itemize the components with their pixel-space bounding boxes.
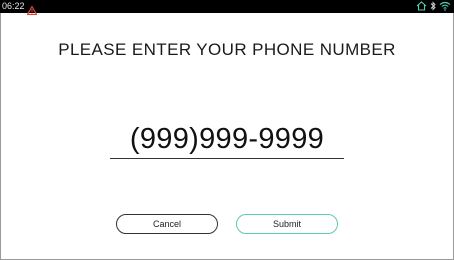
phone-prompt-heading: PLEASE ENTER YOUR PHONE NUMBER bbox=[58, 40, 396, 59]
alert-icon bbox=[26, 2, 38, 16]
cloud-home-icon bbox=[416, 1, 427, 11]
status-bar: 06:22 bbox=[0, 0, 454, 16]
submit-button[interactable]: Submit bbox=[236, 214, 338, 234]
phone-input-underline bbox=[110, 158, 344, 159]
phone-number-input[interactable]: (999)999-9999 bbox=[110, 123, 344, 156]
status-time: 06:22 bbox=[2, 1, 25, 11]
bluetooth-icon bbox=[430, 1, 436, 11]
cancel-button[interactable]: Cancel bbox=[116, 214, 218, 234]
wifi-icon bbox=[439, 1, 451, 11]
